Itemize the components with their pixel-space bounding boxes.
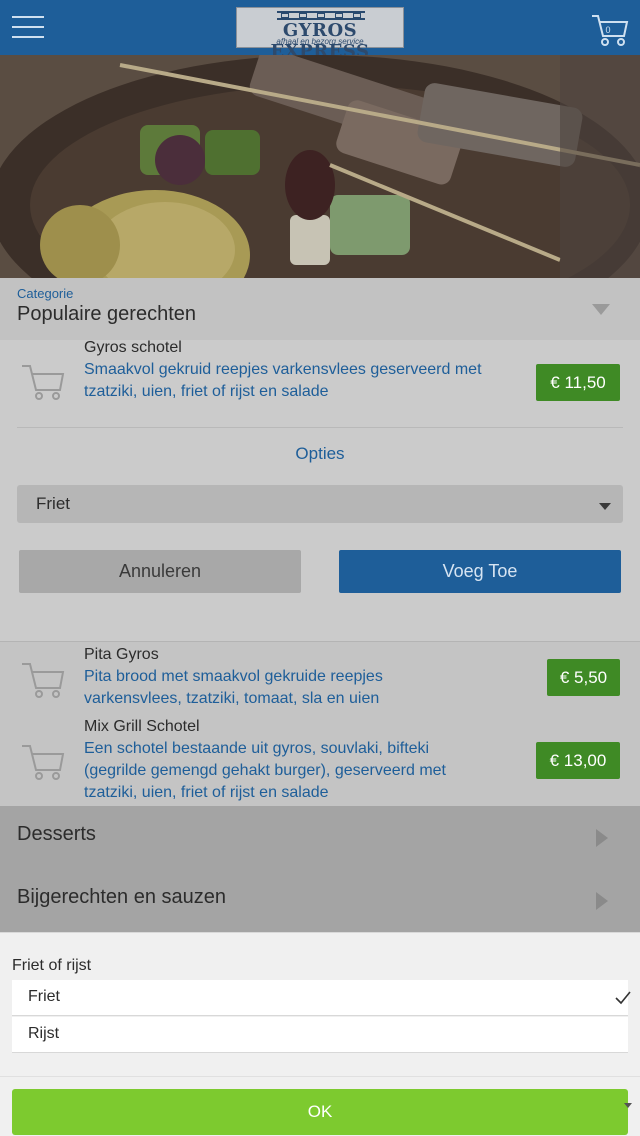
picker-option-friet[interactable]: Friet [12,980,631,1016]
category-row-label: Desserts [17,823,96,845]
add-to-cart-icon[interactable] [20,360,66,402]
picker-option-rijst[interactable]: Rijst [12,1017,628,1053]
chevron-down-icon [599,503,611,510]
caret-down-icon [592,304,610,315]
logo[interactable]: GYROS EXPRESS afhaal en bezorg service [236,7,404,62]
product-name: Pita Gyros [84,646,159,663]
price-badge[interactable]: € 11,50 [536,364,620,401]
picker-option-label: Friet [28,988,60,1005]
divider [17,427,623,428]
add-to-cart-icon[interactable] [20,740,66,782]
cart-count: 0 [605,25,611,35]
menu-icon[interactable] [12,14,44,40]
app-header: GYROS EXPRESS afhaal en bezorg service 0 [0,0,640,62]
caret-right-icon [596,829,608,847]
hero-food-image [0,55,640,278]
product-description: Pita brood met smaakvol gekruide reepjes… [84,668,383,707]
option-picker-sheet: Friet of rijst Friet Rijst OK [0,932,640,1136]
logo-tagline: afhaal en bezorg service [276,37,364,46]
picker-option-label: Rijst [28,1025,60,1042]
list-item[interactable]: Mix Grill Schotel Een schotel bestaande … [0,714,640,806]
category-row-label: Bijgerechten en sauzen [17,886,227,908]
category-value: Populaire gerechten [17,303,197,325]
price-badge[interactable]: € 5,50 [547,659,620,696]
product-name: Mix Grill Schotel [84,718,200,735]
category-selector[interactable]: Categorie Populaire gerechten [0,278,640,340]
chevron-down-icon [624,1103,632,1108]
options-label: Opties [295,444,345,463]
product-description: Smaakvol gekruid reepjes varkensvlees ge… [84,361,482,400]
ok-button[interactable]: OK [12,1089,628,1135]
caret-right-icon [596,892,608,910]
cancel-button[interactable]: Annuleren [19,550,301,593]
product-list: Pita Gyros Pita brood met smaakvol gekru… [0,642,640,806]
add-to-cart-icon[interactable] [20,658,66,700]
add-button[interactable]: Voeg Toe [339,550,621,593]
product-description: Een schotel bestaande uit gyros, souvlak… [84,740,446,801]
category-row-desserts[interactable]: Desserts [0,806,640,869]
divider [0,1076,640,1077]
product-name: Gyros schotel [84,339,182,356]
list-item[interactable]: Pita Gyros Pita brood met smaakvol gekru… [0,642,640,714]
category-row-sides[interactable]: Bijgerechten en sauzen [0,869,640,932]
option-select[interactable]: Friet [17,485,623,523]
picker-title: Friet of rijst [12,957,92,974]
check-icon [615,991,631,1005]
logo-pattern [277,11,365,20]
option-select-value: Friet [36,494,70,513]
category-label: Categorie [17,286,74,301]
product-card-expanded: Gyros schotel Smaakvol gekruid reepjes v… [0,339,640,642]
price-badge[interactable]: € 13,00 [536,742,620,779]
